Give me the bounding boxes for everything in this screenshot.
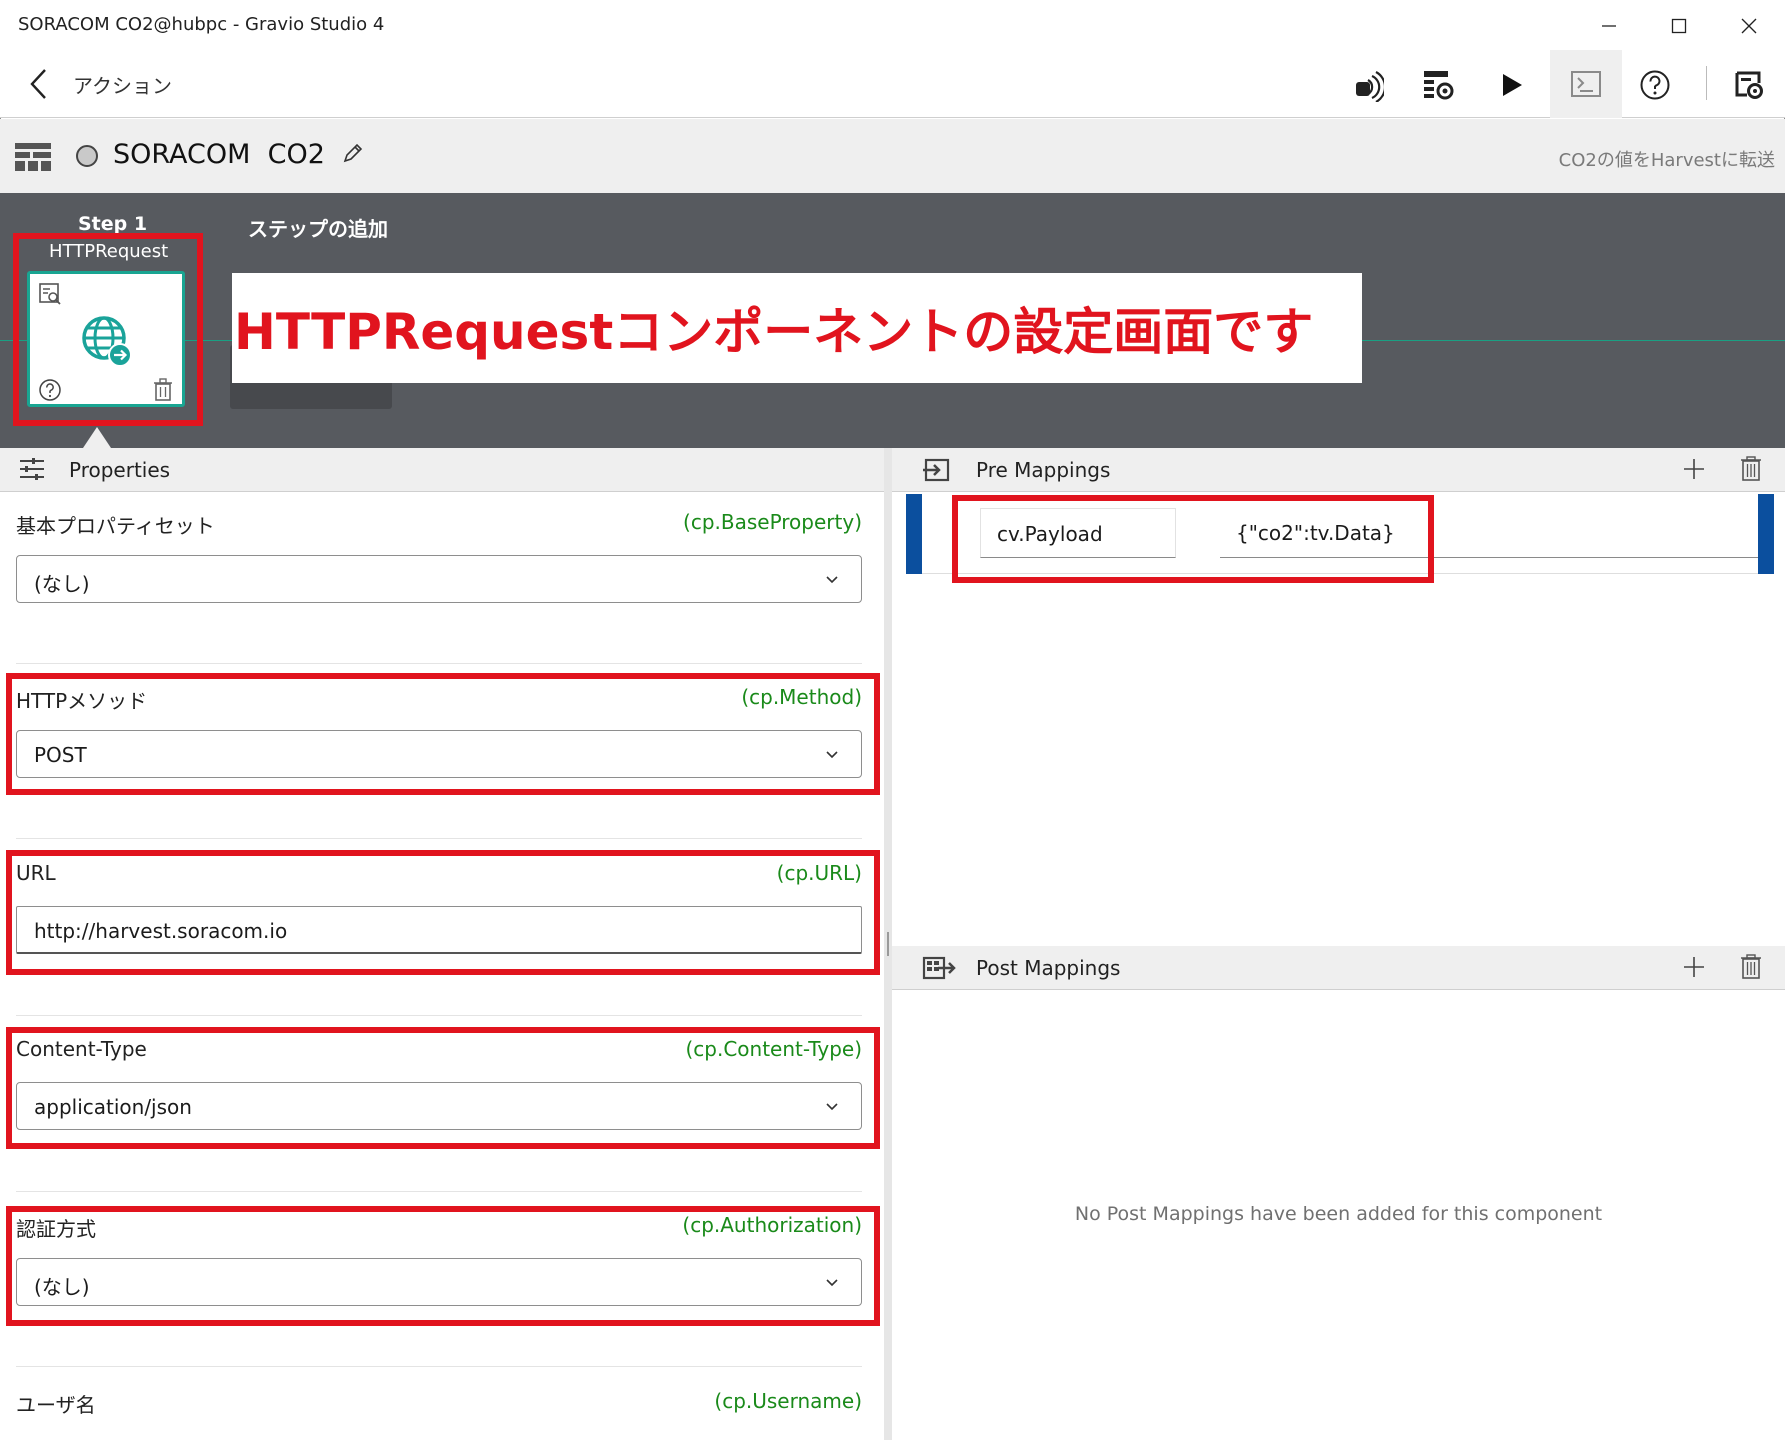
sensor-monitor-icon bbox=[1356, 71, 1384, 102]
divider bbox=[16, 838, 862, 839]
close-icon bbox=[1741, 18, 1757, 34]
chevron-down-icon bbox=[826, 576, 838, 584]
annotation-callout-text: HTTPRequestコンポーネントの設定画面です bbox=[234, 303, 1314, 361]
table-settings-icon bbox=[1424, 71, 1454, 100]
add-step-label: ステップの追加 bbox=[248, 217, 388, 241]
pre-mappings-icon bbox=[923, 458, 950, 482]
divider bbox=[16, 1366, 862, 1367]
console-button[interactable] bbox=[1550, 50, 1622, 118]
window-title: SORACOM CO2@hubpc - Gravio Studio 4 bbox=[18, 14, 385, 35]
delete-pre-mapping-icon[interactable] bbox=[1740, 456, 1762, 482]
annotation-highlight-content-type bbox=[6, 1027, 880, 1149]
mappings-panel: Pre Mappings cv.Payload {"co2":tv.Data} bbox=[892, 448, 1785, 1440]
annotation-highlight-pre-mapping bbox=[952, 495, 1434, 583]
app-bar: アクション bbox=[0, 50, 1785, 118]
maximize-icon bbox=[1671, 18, 1687, 34]
annotation-highlight-authorization bbox=[6, 1206, 880, 1326]
properties-title: Properties bbox=[69, 458, 171, 482]
help-button[interactable] bbox=[1632, 62, 1678, 108]
annotation-highlight-url bbox=[6, 850, 880, 975]
property-key: (cp.Username) bbox=[714, 1389, 862, 1413]
add-pre-mapping-icon[interactable] bbox=[1682, 457, 1706, 481]
console-icon bbox=[1571, 71, 1601, 97]
action-list-icon[interactable] bbox=[14, 141, 52, 173]
pre-mappings-title: Pre Mappings bbox=[976, 458, 1111, 482]
post-mappings-header: Post Mappings bbox=[892, 946, 1785, 990]
row-selection-edge bbox=[906, 494, 922, 574]
splitter-grip[interactable] bbox=[887, 932, 889, 956]
close-button[interactable] bbox=[1726, 8, 1772, 44]
delete-post-mapping-icon[interactable] bbox=[1740, 954, 1762, 980]
property-key: (cp.BaseProperty) bbox=[683, 510, 862, 534]
properties-header: Properties bbox=[0, 448, 884, 492]
action-header: SORACOM CO2 CO2の値をHarvestに転送 bbox=[0, 119, 1785, 193]
minimize-icon bbox=[1602, 25, 1616, 27]
property-label: ユーザ名 bbox=[16, 1393, 96, 1417]
maximize-button[interactable] bbox=[1656, 8, 1702, 44]
monitor-button[interactable] bbox=[1344, 62, 1390, 108]
toolbar-separator bbox=[1706, 66, 1707, 100]
edit-pencil-icon[interactable] bbox=[341, 141, 365, 165]
post-mappings-icon bbox=[922, 956, 956, 980]
action-name: SORACOM CO2 bbox=[113, 139, 325, 170]
selected-step-pointer bbox=[83, 427, 111, 448]
status-indicator-icon bbox=[76, 145, 98, 167]
annotation-callout: HTTPRequestコンポーネントの設定画面です bbox=[232, 273, 1362, 383]
run-button[interactable] bbox=[1488, 62, 1534, 108]
add-post-mapping-icon[interactable] bbox=[1682, 955, 1706, 979]
properties-sliders-icon bbox=[20, 458, 44, 480]
divider bbox=[16, 663, 862, 664]
settings-button[interactable] bbox=[1416, 62, 1462, 108]
back-arrow-icon bbox=[30, 69, 46, 99]
help-icon bbox=[1640, 70, 1670, 100]
annotation-highlight-component bbox=[13, 233, 203, 426]
property-label: 基本プロパティセット bbox=[16, 514, 215, 538]
post-mappings-title: Post Mappings bbox=[976, 956, 1121, 980]
annotation-highlight-method bbox=[6, 673, 880, 795]
server-settings-button[interactable] bbox=[1726, 62, 1772, 108]
play-icon bbox=[1503, 74, 1522, 96]
action-description: CO2の値をHarvestに転送 bbox=[1558, 150, 1775, 171]
server-settings-icon bbox=[1735, 71, 1763, 99]
title-bar: SORACOM CO2@hubpc - Gravio Studio 4 bbox=[0, 0, 1785, 50]
panel-splitter[interactable] bbox=[884, 448, 892, 1440]
select-value: (なし) bbox=[34, 572, 90, 596]
divider bbox=[16, 1015, 862, 1016]
post-mappings-empty-message: No Post Mappings have been added for thi… bbox=[1074, 1203, 1603, 1225]
section-title: アクション bbox=[73, 74, 172, 98]
pre-mappings-header: Pre Mappings bbox=[892, 448, 1785, 492]
back-button[interactable] bbox=[20, 64, 60, 104]
base-property-select[interactable]: (なし) bbox=[16, 555, 862, 603]
row-selection-edge bbox=[1758, 494, 1774, 574]
step-label: Step 1 bbox=[78, 213, 148, 235]
divider bbox=[16, 1191, 862, 1192]
minimize-button[interactable] bbox=[1586, 8, 1632, 44]
